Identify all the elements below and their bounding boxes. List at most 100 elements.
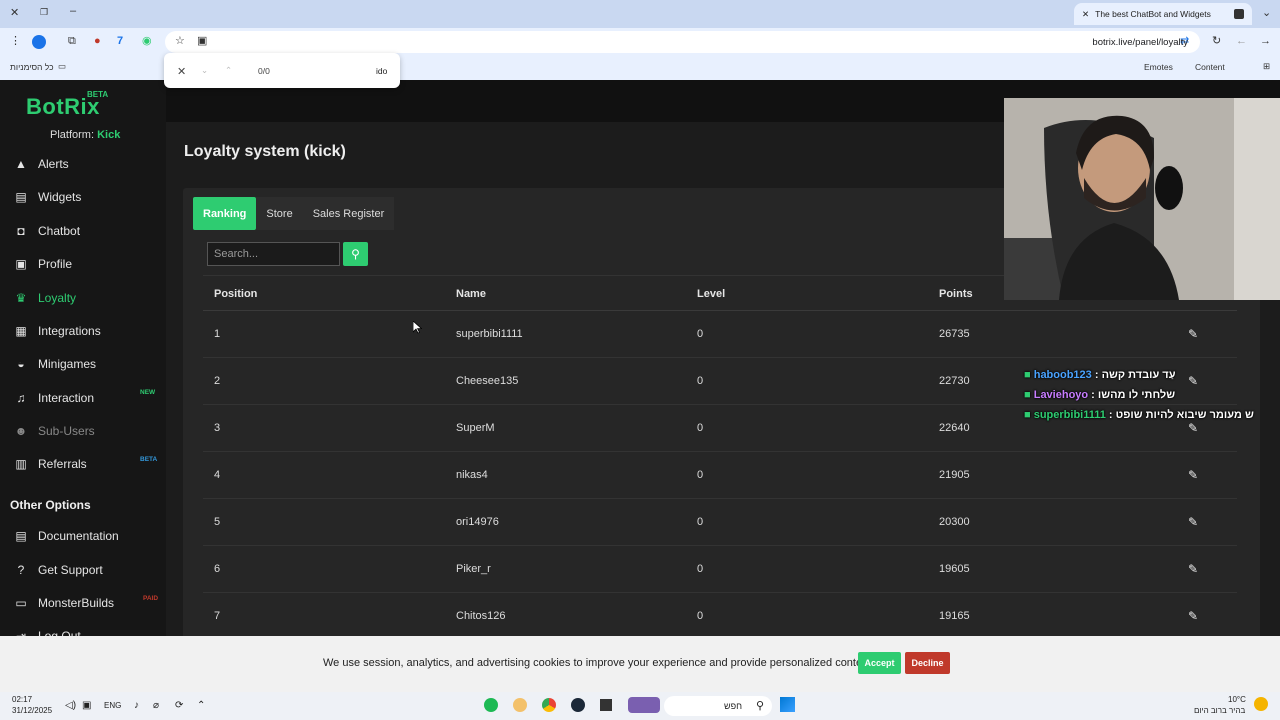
extensions-icon[interactable]: ⧉	[68, 36, 76, 47]
sidebar-item-monsterbuilds[interactable]: ▭ MonsterBuilds	[14, 592, 164, 614]
reload-icon[interactable]: ↻	[1212, 36, 1221, 47]
microphone-icon[interactable]: ♪	[134, 700, 139, 711]
widgets-taskbar-icon[interactable]	[628, 697, 660, 713]
find-previous-icon[interactable]: ⌃	[225, 65, 232, 76]
address-bar[interactable]: ☆ ▣ ⇄	[165, 31, 1200, 53]
show-hidden-icons[interactable]: ⌃	[197, 700, 205, 711]
weather-sun-icon[interactable]	[1254, 697, 1268, 711]
pencil-icon[interactable]: ✎	[1188, 515, 1198, 529]
sidebar-item-label: Integrations	[38, 324, 101, 338]
taskbar-search[interactable]: חפש ⚲	[664, 696, 772, 716]
cell-points: 26735	[939, 328, 970, 340]
sidebar-item-get-support[interactable]: ? Get Support	[14, 559, 164, 581]
language-indicator[interactable]: ENG	[104, 701, 121, 710]
url-text[interactable]: botrix.live/panel/loyalty	[1092, 37, 1188, 48]
tab-title: The best ChatBot and Widgets	[1095, 9, 1211, 19]
bookmark-star-icon[interactable]: ☆	[175, 36, 185, 47]
sidebar-item-documentation[interactable]: ▤ Documentation	[14, 525, 164, 547]
back-icon[interactable]: →	[1260, 36, 1271, 47]
pencil-icon[interactable]: ✎	[1188, 562, 1198, 576]
pencil-icon[interactable]: ✎	[1188, 374, 1198, 388]
sidebar-item-alerts[interactable]: ▲ Alerts	[14, 153, 164, 175]
pencil-icon[interactable]: ✎	[1188, 609, 1198, 623]
pencil-icon[interactable]: ✎	[1188, 468, 1198, 482]
app-tray-icon[interactable]: ⌀	[153, 700, 159, 711]
mouse-cursor-icon	[413, 321, 422, 334]
tab-sales-register[interactable]: Sales Register	[302, 197, 395, 230]
extension-3-icon[interactable]: ◉	[142, 36, 152, 47]
book-icon: ▤	[15, 529, 27, 543]
sidebar-item-minigames[interactable]: ◒ Minigames	[14, 353, 164, 375]
extension-1-icon[interactable]: ●	[94, 36, 101, 47]
steam-icon[interactable]	[571, 698, 585, 712]
search-icon: ⚲	[351, 247, 360, 261]
profile-avatar-icon[interactable]	[32, 35, 46, 49]
weather-description[interactable]: בהיר ברוב היום	[1194, 706, 1245, 715]
trophy-icon: ♛	[15, 291, 27, 305]
refresh-tray-icon[interactable]: ⟳	[175, 700, 183, 711]
search-input[interactable]	[207, 242, 340, 266]
sidebar-item-integrations[interactable]: ▦ Integrations	[14, 320, 164, 342]
forward-icon[interactable]: ←	[1236, 36, 1247, 47]
cell-name: nikas4	[456, 469, 488, 481]
terminal-icon[interactable]	[600, 699, 612, 711]
badge-icon: ■	[1024, 369, 1031, 381]
taskbar: 02:17 31/12/2025 ◁) ▣ ENG ♪ ⌀ ⟳ ⌃ חפש ⚲ …	[0, 692, 1280, 720]
windows-start-icon[interactable]	[780, 697, 795, 712]
cell-points: 19605	[939, 563, 970, 575]
bookmark-emotes[interactable]: Emotes	[1144, 62, 1173, 72]
column-position[interactable]: Position	[214, 288, 257, 300]
chat-message: ■ haboob123 : עַד עובדת קשה	[1024, 369, 1176, 381]
clock-time[interactable]: 02:17	[12, 695, 32, 704]
app-icon[interactable]	[513, 698, 527, 712]
decline-button[interactable]: Decline	[905, 652, 950, 674]
search-button[interactable]: ⚲	[343, 242, 368, 266]
weather-temp[interactable]: 10°C	[1228, 695, 1246, 704]
sidebar-item-sub-users[interactable]: ☻ Sub-Users	[14, 420, 164, 442]
cell-name: Cheesee135	[456, 375, 519, 387]
extension-2-icon[interactable]: 7	[117, 36, 123, 47]
cell-position: 4	[214, 469, 221, 481]
network-icon[interactable]: ▣	[82, 700, 91, 711]
tab-close-icon[interactable]: ✕	[1082, 9, 1089, 20]
column-level[interactable]: Level	[697, 288, 725, 300]
sidebar-item-widgets[interactable]: ▤ Widgets	[14, 186, 164, 208]
column-name[interactable]: Name	[456, 288, 486, 300]
restore-window-icon[interactable]: ❐	[40, 8, 48, 17]
sidebar-item-loyalty[interactable]: ♛ Loyalty	[14, 287, 164, 309]
accept-button[interactable]: Accept	[858, 652, 901, 674]
all-bookmarks-link[interactable]: כל הסימניות	[10, 62, 54, 72]
close-window-icon[interactable]: ✕	[10, 8, 19, 19]
column-points[interactable]: Points	[939, 288, 973, 300]
spotify-icon[interactable]	[484, 698, 498, 712]
pencil-icon[interactable]: ✎	[1188, 327, 1198, 341]
sidebar-item-chatbot[interactable]: ◘ Chatbot	[14, 220, 164, 242]
cell-position: 7	[214, 610, 221, 622]
integrations-icon: ▦	[15, 324, 27, 338]
volume-icon[interactable]: ◁)	[65, 700, 76, 711]
table-row: 4 nikas4 0 21905 ✎	[203, 452, 1237, 499]
find-next-icon[interactable]: ⌄	[201, 65, 208, 76]
sidebar-item-profile[interactable]: ▣ Profile	[14, 253, 164, 275]
tab-search-icon[interactable]: ⌄	[1262, 8, 1271, 19]
pencil-icon[interactable]: ✎	[1188, 421, 1198, 435]
cell-position: 1	[214, 328, 221, 340]
minimize-window-icon[interactable]: –	[70, 6, 76, 17]
apps-grid-icon[interactable]: ⊞	[1263, 61, 1270, 72]
tab-store[interactable]: Store	[256, 197, 303, 230]
sidebar-item-label: Alerts	[38, 157, 69, 171]
find-input[interactable]: ido	[376, 66, 387, 76]
menu-dots-icon[interactable]: ⋮	[10, 36, 21, 47]
webcam-overlay	[1004, 98, 1280, 300]
chat-text: ש מעומר שיבוא להיות שופט	[1115, 409, 1254, 421]
chrome-icon[interactable]	[542, 698, 556, 712]
platform-value: Kick	[97, 129, 121, 141]
bookmark-content[interactable]: Content	[1195, 62, 1225, 72]
browser-tab[interactable]: ✕ The best ChatBot and Widgets	[1074, 3, 1252, 25]
cell-position: 3	[214, 422, 221, 434]
find-close-icon[interactable]: ✕	[177, 65, 186, 78]
site-info-icon[interactable]: ▣	[197, 36, 207, 47]
tab-ranking[interactable]: Ranking	[193, 197, 257, 230]
clock-date[interactable]: 31/12/2025	[12, 706, 52, 715]
cell-points: 22640	[939, 422, 970, 434]
